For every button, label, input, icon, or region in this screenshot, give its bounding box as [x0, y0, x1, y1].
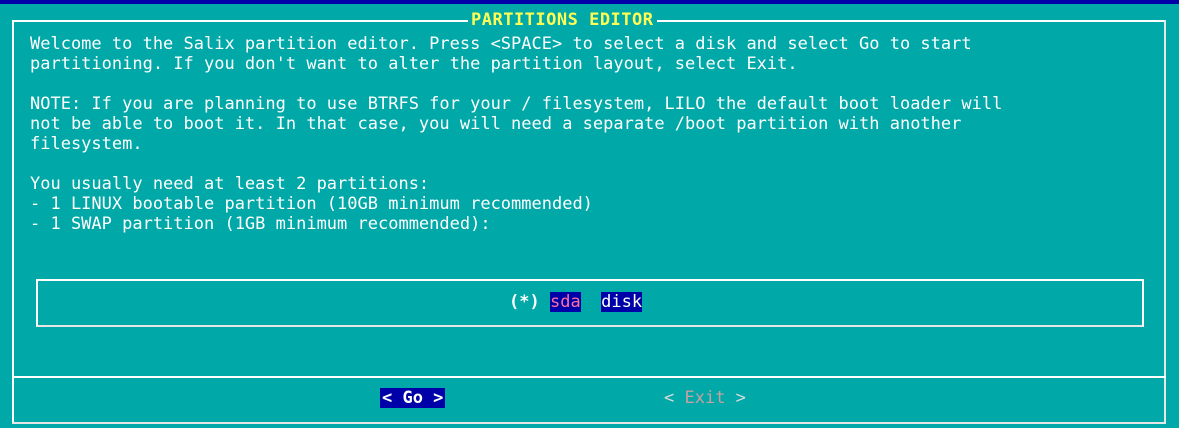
- button-separator: [12, 376, 1166, 378]
- dialog-border-left: [12, 20, 14, 424]
- exit-bracket-left: <: [664, 388, 685, 408]
- partitions-editor-dialog: PARTITIONS EDITOR Welcome to the Salix p…: [0, 4, 1179, 428]
- dialog-message: Welcome to the Salix partition editor. P…: [30, 34, 1003, 234]
- go-button[interactable]: < Go >: [380, 388, 446, 408]
- disk-description[interactable]: disk: [601, 292, 643, 312]
- dialog-border-right: [1164, 20, 1166, 424]
- exit-button[interactable]: < Exit >: [664, 388, 746, 408]
- disk-list-item[interactable]: (*) sda disk: [509, 292, 643, 312]
- radio-marker[interactable]: (*): [509, 292, 540, 312]
- dialog-title: PARTITIONS EDITOR: [468, 10, 657, 30]
- exit-bracket-right: >: [725, 388, 746, 408]
- exit-label: Exit: [684, 388, 726, 408]
- disk-tag[interactable]: sda: [549, 292, 581, 312]
- dialog-border-bottom: [12, 422, 1166, 424]
